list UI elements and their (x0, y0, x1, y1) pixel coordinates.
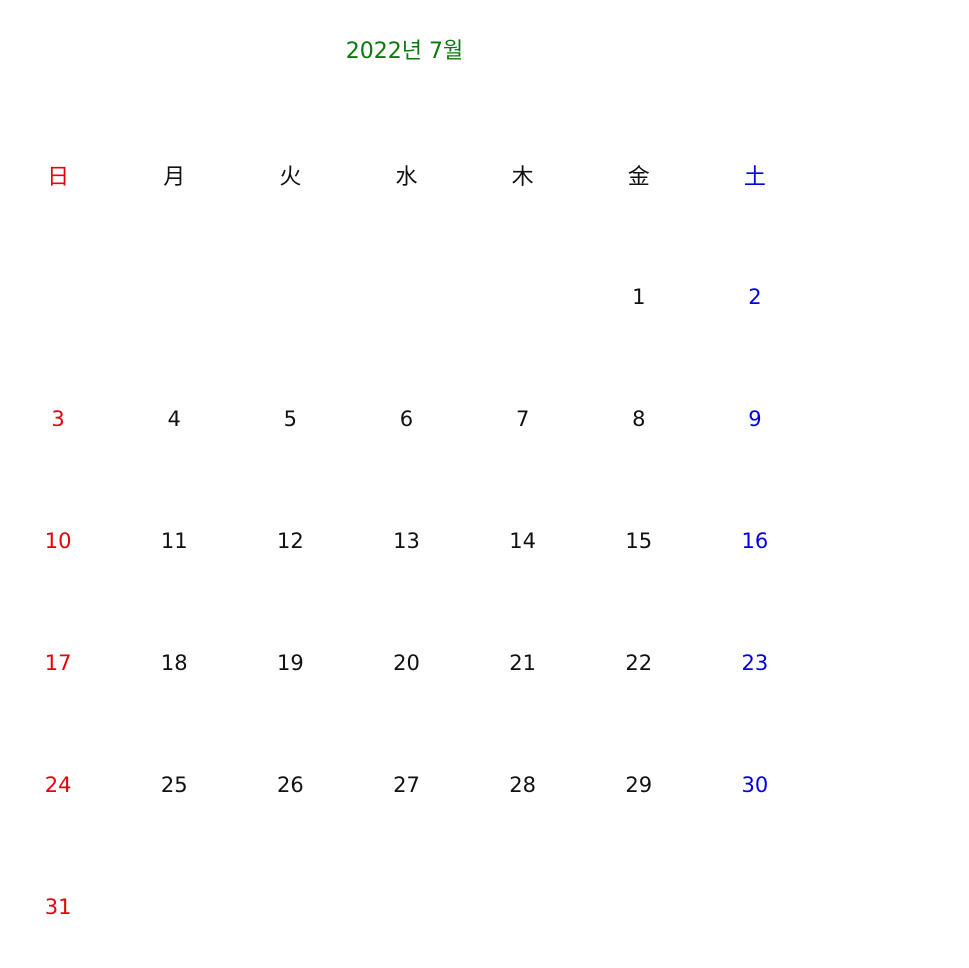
day-cell (465, 846, 581, 968)
week-row-4: 17 18 19 20 21 22 23 (0, 602, 813, 724)
day-cell: 22 (625, 651, 653, 675)
day-cell (697, 846, 813, 968)
week-row-6: 31 (0, 846, 813, 968)
day-cell: 27 (393, 773, 420, 797)
day-cell (348, 236, 464, 358)
day-cell: 8 (632, 407, 646, 431)
day-cell: 20 (393, 651, 420, 675)
day-cell (0, 236, 116, 358)
day-cell (581, 846, 697, 968)
day-cell: 10 (44, 529, 72, 553)
week-row-1: 1 2 (0, 236, 813, 358)
day-cell: 24 (44, 773, 72, 797)
day-cell: 17 (44, 651, 72, 675)
day-cell: 21 (509, 651, 536, 675)
weekday-tuesday: 火 (279, 165, 302, 190)
day-cell: 11 (160, 529, 188, 553)
weekday-thursday: 木 (511, 165, 534, 190)
day-cell: 12 (276, 529, 304, 553)
day-cell: 2 (748, 285, 762, 309)
weekday-sunday: 日 (47, 165, 70, 190)
day-cell: 5 (283, 407, 298, 431)
day-cell: 19 (276, 651, 304, 675)
weekday-wednesday: 水 (395, 165, 418, 190)
day-cell: 7 (515, 407, 530, 431)
day-cell: 29 (625, 773, 653, 797)
day-cell: 13 (393, 529, 420, 553)
day-cell (232, 846, 348, 968)
day-cell (232, 236, 348, 358)
day-cell: 6 (399, 407, 414, 431)
week-row-2: 3 4 5 6 7 8 9 (0, 358, 813, 480)
day-cell: 15 (625, 529, 653, 553)
day-cell: 9 (748, 407, 762, 431)
day-cell: 26 (276, 773, 304, 797)
week-row-5: 24 25 26 27 28 29 30 (0, 724, 813, 846)
weekday-saturday: 土 (743, 165, 766, 190)
day-cell: 1 (632, 285, 646, 309)
day-cell: 14 (509, 529, 536, 553)
day-cell: 4 (167, 407, 181, 431)
day-cell: 23 (741, 651, 769, 675)
week-row-3: 10 11 12 13 14 15 16 (0, 480, 813, 602)
day-cell: 31 (44, 895, 72, 919)
calendar-title: 2022년 7월 (345, 39, 464, 64)
day-cell (465, 236, 581, 358)
day-cell: 28 (509, 773, 536, 797)
weekday-header-row: 日 月 火 水 木 金 土 (0, 114, 813, 236)
day-cell: 25 (160, 773, 188, 797)
calendar-grid: 日 月 火 水 木 金 土 1 2 3 4 5 6 7 8 9 10 11 12… (0, 114, 813, 968)
weekday-friday: 金 (627, 165, 650, 190)
day-cell: 16 (741, 529, 769, 553)
day-cell (348, 846, 464, 968)
day-cell: 3 (51, 407, 65, 431)
weekday-monday: 月 (163, 165, 186, 190)
day-cell: 30 (741, 773, 769, 797)
day-cell (116, 236, 232, 358)
day-cell (116, 846, 232, 968)
day-cell: 18 (160, 651, 188, 675)
